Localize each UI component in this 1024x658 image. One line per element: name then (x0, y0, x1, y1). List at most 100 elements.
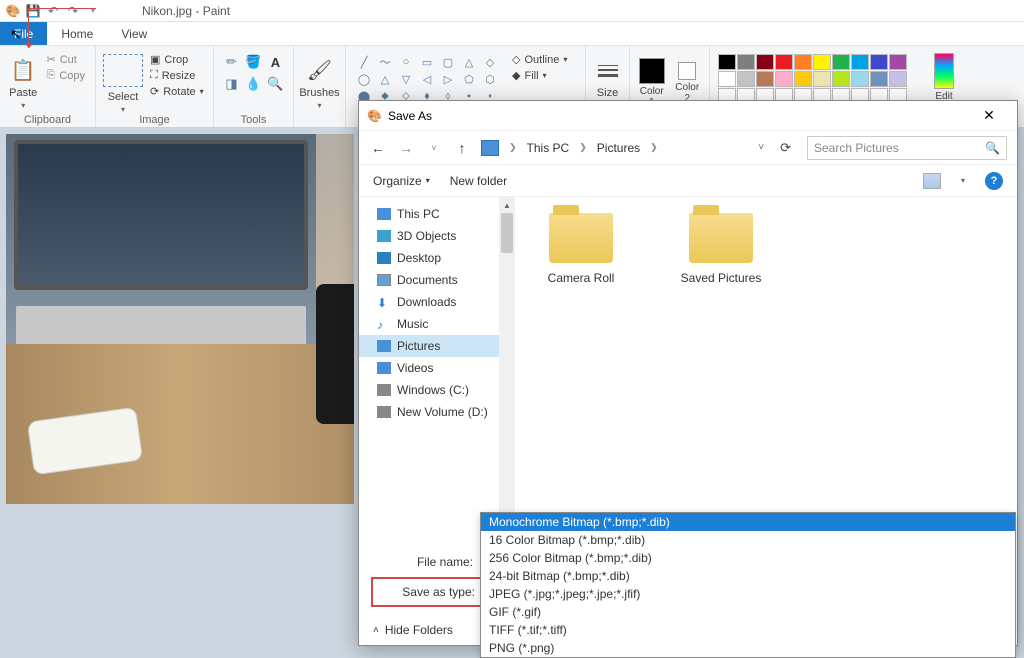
palette-swatch[interactable] (737, 54, 755, 70)
chevron-down-icon: ▾ (121, 105, 125, 114)
tree-windows-c[interactable]: Windows (C:) (359, 379, 499, 401)
tree-music[interactable]: ♪Music (359, 313, 499, 335)
palette-swatch[interactable] (775, 54, 793, 70)
savetype-option[interactable]: GIF (*.gif) (481, 603, 1015, 621)
palette-swatch[interactable] (870, 54, 888, 70)
help-icon[interactable]: ? (985, 172, 1003, 190)
savetype-option[interactable]: 24-bit Bitmap (*.bmp;*.dib) (481, 567, 1015, 585)
pencil-tool-icon[interactable]: ✏ (222, 52, 242, 72)
palette-swatch[interactable] (870, 71, 888, 87)
nav-forward-icon[interactable]: → (397, 140, 415, 156)
palette-swatch[interactable] (794, 54, 812, 70)
documents-icon (377, 274, 391, 286)
nav-up-icon[interactable]: ↑ (453, 140, 471, 156)
address-dropdown-icon[interactable]: ˅ (758, 142, 764, 153)
pc-icon (377, 208, 391, 220)
chevron-down-icon[interactable]: ▾ (961, 176, 965, 185)
folder-saved-pictures[interactable]: Saved Pictures (671, 213, 771, 285)
eraser-tool-icon[interactable]: ◨ (222, 74, 242, 94)
qat-dropdown-icon[interactable]: ▾ (84, 2, 102, 20)
tree-videos[interactable]: Videos (359, 357, 499, 379)
palette-swatch[interactable] (813, 71, 831, 87)
tree-pictures[interactable]: Pictures (359, 335, 499, 357)
picker-tool-icon[interactable]: 💧 (244, 74, 264, 94)
dialog-titlebar: 🎨 Save As ✕ (359, 101, 1017, 131)
folder-icon (689, 213, 753, 263)
rotate-icon: ⟳ (150, 85, 159, 98)
new-folder-button[interactable]: New folder (450, 174, 507, 188)
savetype-option[interactable]: PNG (*.png) (481, 639, 1015, 657)
fill-button[interactable]: ◆Fill ▾ (508, 68, 571, 83)
view-options-button[interactable] (923, 173, 941, 189)
nav-history-icon[interactable]: ˅ (425, 143, 443, 153)
zoom-tool-icon[interactable]: 🔍 (266, 74, 286, 94)
palette-swatch[interactable] (832, 54, 850, 70)
menu-view[interactable]: View (107, 22, 161, 45)
organize-button[interactable]: Organize▾ (373, 174, 430, 188)
dialog-title: Save As (388, 109, 432, 123)
crop-button[interactable]: ▣Crop (146, 52, 208, 67)
palette-swatch[interactable] (775, 71, 793, 87)
savetype-option[interactable]: 16 Color Bitmap (*.bmp;*.dib) (481, 531, 1015, 549)
resize-icon: ⛶ (150, 69, 158, 82)
tree-newvolume[interactable]: New Volume (D:) (359, 401, 499, 423)
select-button[interactable]: Select ▾ (102, 52, 144, 114)
scroll-thumb[interactable] (501, 213, 513, 253)
tree-scrollbar[interactable]: ▲ ▼ (499, 197, 515, 543)
palette-swatch[interactable] (756, 71, 774, 87)
tools-grid: ✏ 🪣 A ◨ 💧 🔍 (222, 52, 286, 94)
group-label-tools: Tools (214, 114, 293, 126)
palette-swatch[interactable] (737, 71, 755, 87)
rotate-button[interactable]: ⟳Rotate ▾ (146, 84, 208, 99)
tree-downloads[interactable]: ⬇Downloads (359, 291, 499, 313)
palette-swatch[interactable] (851, 71, 869, 87)
palette-swatch[interactable] (756, 54, 774, 70)
savetype-label: Save as type: (375, 585, 483, 599)
fill-tool-icon[interactable]: 🪣 (244, 52, 264, 72)
redo-icon[interactable]: ↷ (64, 2, 82, 20)
text-tool-icon[interactable]: A (266, 52, 286, 72)
scroll-up-icon[interactable]: ▲ (499, 197, 515, 213)
paste-button[interactable]: 📋 Paste ▾ (6, 52, 41, 114)
refresh-icon[interactable]: ⟳ (780, 140, 791, 156)
shapes-gallery[interactable]: ╱〜○▭▢△◇ ◯△▽◁▷⬠⬡ ⬤⬥⬦⬧⬨⬩⬪ (352, 52, 502, 106)
menu-file[interactable]: File (0, 22, 47, 45)
palette-swatch[interactable] (813, 54, 831, 70)
palette-swatch[interactable] (718, 54, 736, 70)
palette-swatch[interactable] (889, 54, 907, 70)
color2-swatch (678, 62, 696, 80)
savetype-option[interactable]: TIFF (*.tif;*.tiff) (481, 621, 1015, 639)
palette-swatch[interactable] (889, 71, 907, 87)
menu-home[interactable]: Home (47, 22, 107, 45)
tree-documents[interactable]: Documents (359, 269, 499, 291)
canvas-image[interactable] (6, 134, 354, 504)
tree-thispc[interactable]: This PC (359, 203, 499, 225)
close-button[interactable]: ✕ (969, 102, 1009, 130)
breadcrumb-pictures[interactable]: Pictures (597, 141, 640, 155)
brushes-button[interactable]: 🖌 Brushes ▾ (299, 52, 339, 114)
outline-icon: ◇ (512, 53, 520, 66)
palette-swatch[interactable] (718, 71, 736, 87)
copy-button[interactable]: ⎘Copy (43, 68, 90, 83)
savetype-option[interactable]: Monochrome Bitmap (*.bmp;*.dib) (481, 513, 1015, 531)
search-icon: 🔍 (985, 141, 1000, 155)
nav-back-icon[interactable]: ← (369, 140, 387, 156)
palette-swatch[interactable] (832, 71, 850, 87)
outline-button[interactable]: ◇Outline ▾ (508, 52, 571, 67)
tree-desktop[interactable]: Desktop (359, 247, 499, 269)
palette-swatch[interactable] (851, 54, 869, 70)
save-icon[interactable]: 💾 (24, 2, 42, 20)
cut-button[interactable]: ✂Cut (43, 52, 90, 67)
savetype-option[interactable]: JPEG (*.jpg;*.jpeg;*.jpe;*.jfif) (481, 585, 1015, 603)
file-list[interactable]: Camera Roll Saved Pictures (515, 197, 1017, 543)
resize-button[interactable]: ⛶Resize (146, 68, 208, 83)
breadcrumb-thispc[interactable]: This PC (527, 141, 570, 155)
color-palette[interactable] (716, 52, 909, 106)
search-input[interactable]: Search Pictures 🔍 (807, 136, 1007, 160)
folder-camera-roll[interactable]: Camera Roll (531, 213, 631, 285)
palette-swatch[interactable] (794, 71, 812, 87)
videos-icon (377, 362, 391, 374)
tree-3dobjects[interactable]: 3D Objects (359, 225, 499, 247)
undo-icon[interactable]: ↶ (44, 2, 62, 20)
savetype-option[interactable]: 256 Color Bitmap (*.bmp;*.dib) (481, 549, 1015, 567)
